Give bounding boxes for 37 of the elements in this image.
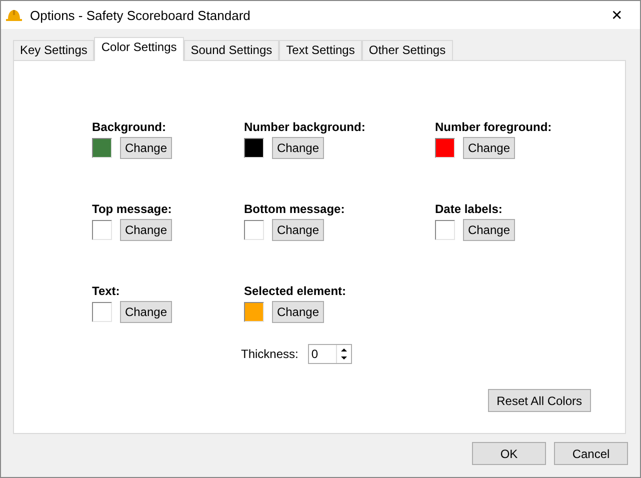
color-label: Text:	[92, 284, 121, 298]
change-button[interactable]: Change	[272, 301, 324, 323]
dialog-button[interactable]: OK	[472, 442, 546, 465]
color-label: Date labels:	[435, 202, 504, 216]
color-label: Background:	[92, 120, 168, 134]
change-button[interactable]: Change	[272, 137, 324, 159]
change-button[interactable]: Change	[120, 301, 172, 323]
color-swatch[interactable]	[92, 220, 112, 240]
change-button[interactable]: Change	[463, 137, 515, 159]
window-title: Options - Safety Scoreboard Standard	[30, 8, 252, 22]
close-icon[interactable]: ✕	[594, 7, 640, 23]
color-label: Selected element:	[244, 284, 348, 298]
tab[interactable]: Text Settings	[279, 40, 362, 60]
change-button[interactable]: Change	[120, 137, 172, 159]
color-swatch[interactable]	[244, 302, 264, 322]
change-button[interactable]: Change	[272, 219, 324, 241]
tab[interactable]: Key Settings	[13, 40, 94, 60]
color-swatch[interactable]	[435, 138, 455, 158]
dialog-button[interactable]: Cancel	[554, 442, 628, 465]
helmet-icon	[6, 8, 22, 22]
color-swatch[interactable]	[435, 220, 455, 240]
tab[interactable]: Other Settings	[362, 40, 453, 60]
tab[interactable]: Sound Settings	[184, 40, 280, 60]
reset-colors-button[interactable]: Reset All Colors	[488, 389, 591, 412]
color-swatch[interactable]	[92, 138, 112, 158]
color-label: Number foreground:	[435, 120, 553, 134]
color-label: Top message:	[92, 202, 173, 216]
color-label: Number background:	[244, 120, 366, 134]
color-swatch[interactable]	[92, 302, 112, 322]
color-label: Bottom message:	[244, 202, 346, 216]
change-button[interactable]: Change	[120, 219, 172, 241]
tab[interactable]: Color Settings	[94, 37, 184, 61]
color-swatch[interactable]	[244, 138, 264, 158]
thickness-spinbox[interactable]: 0	[308, 344, 352, 364]
change-button[interactable]: Change	[463, 219, 515, 241]
thickness-label: Thickness:	[241, 347, 298, 361]
color-swatch[interactable]	[244, 220, 264, 240]
